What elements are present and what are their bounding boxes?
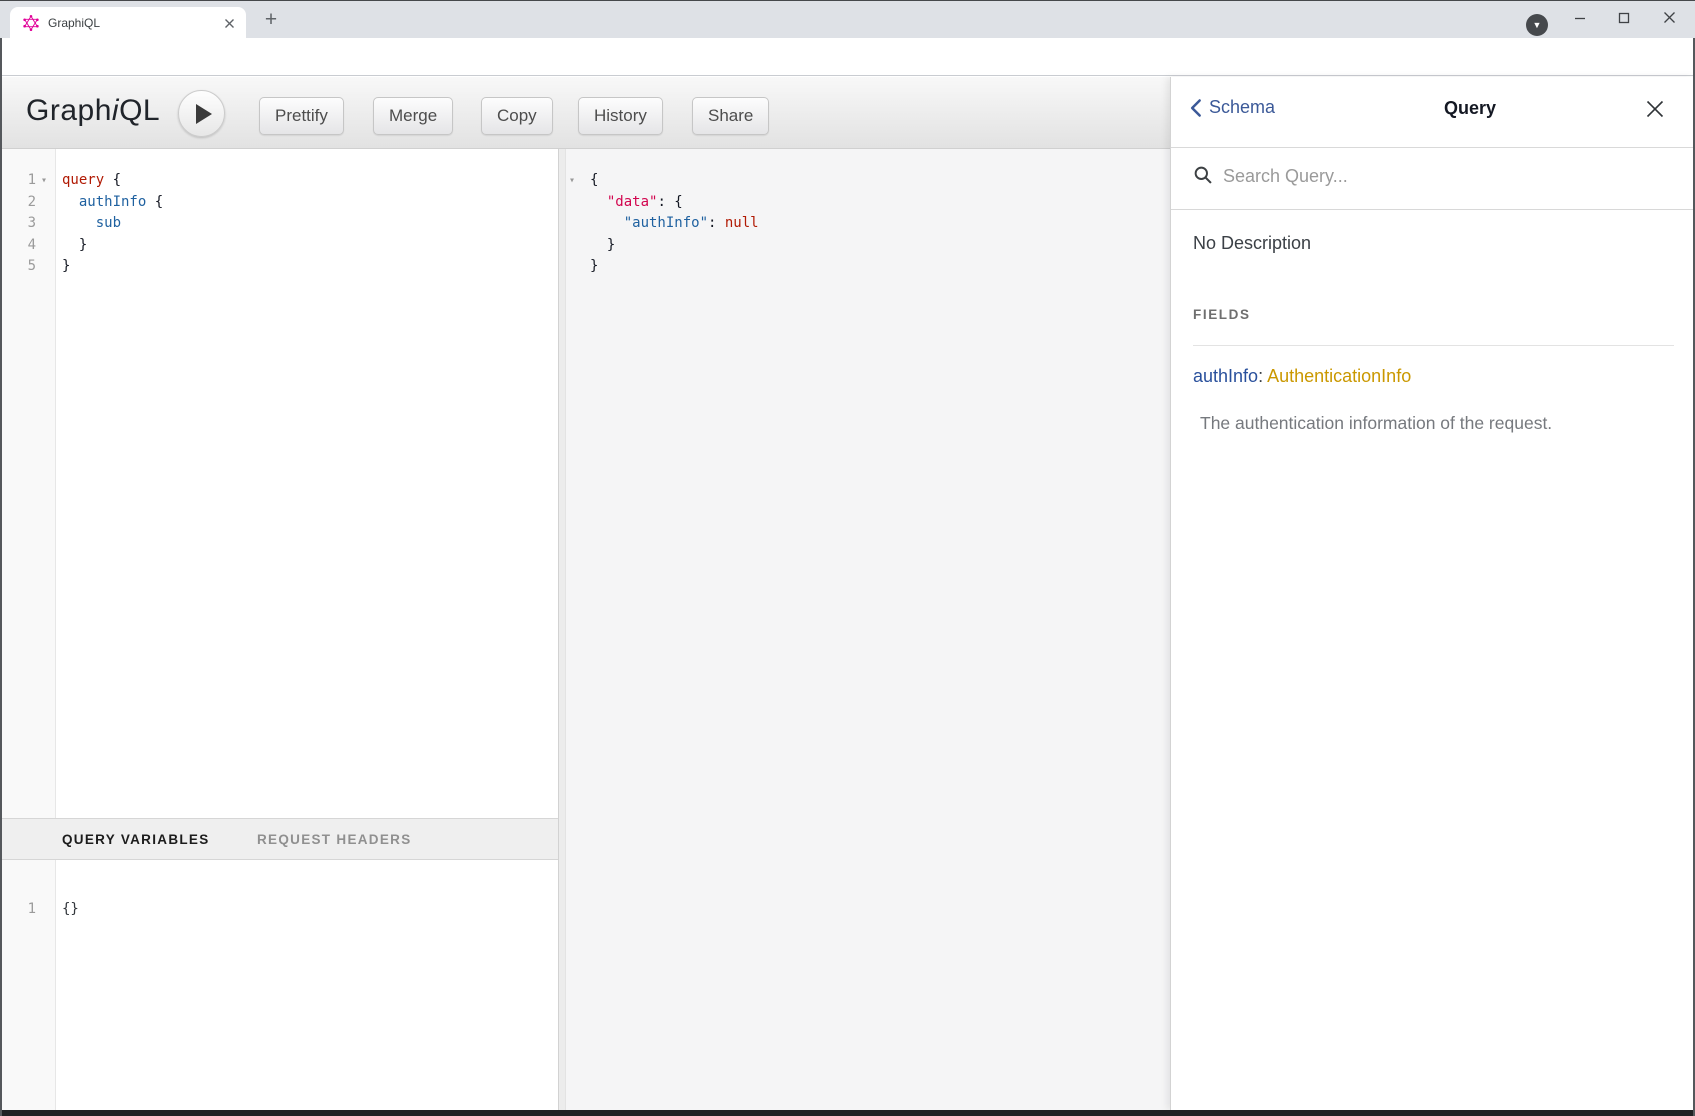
- punct-token: {: [146, 194, 163, 210]
- minimize-icon: [1574, 12, 1586, 24]
- doc-no-description: No Description: [1193, 233, 1311, 254]
- doc-search-icon: [1193, 165, 1214, 186]
- doc-back-label: Schema: [1209, 97, 1275, 118]
- punct-token: }: [590, 237, 615, 253]
- play-icon: [196, 104, 212, 124]
- punct-token: : {: [657, 194, 682, 210]
- result-viewer: ▾ { "data": { "authInfo": null } }: [566, 149, 1170, 1110]
- variables-editor-gutter: 1: [0, 860, 56, 1110]
- line-number: 3: [0, 213, 36, 235]
- code-line: {}: [62, 898, 79, 920]
- punct-token: }: [62, 258, 70, 274]
- json-key-token: "data": [607, 194, 658, 210]
- query-editor[interactable]: 1 2 3 4 5 ▾ query { authInfo { sub } }: [0, 149, 558, 818]
- window-close-button[interactable]: [1647, 1, 1692, 34]
- tab-request-headers[interactable]: REQUEST HEADERS: [257, 832, 412, 847]
- window-minimize-button[interactable]: [1557, 1, 1602, 34]
- field-token: sub: [96, 215, 121, 231]
- share-button[interactable]: Share: [692, 97, 769, 135]
- browser-tab-bar: GraphiQL + ▼: [0, 0, 1695, 38]
- doc-divider: [1193, 345, 1674, 346]
- punct-token: {: [590, 172, 598, 188]
- query-editor-gutter: 1 2 3 4 5 ▾: [0, 149, 56, 818]
- line-number: 1: [0, 170, 36, 192]
- ws-token: [62, 194, 79, 210]
- prettify-button[interactable]: Prettify: [259, 97, 344, 135]
- code-line: sub: [62, 213, 121, 235]
- doc-field-type-link[interactable]: AuthenticationInfo: [1267, 366, 1411, 386]
- result-line: "authInfo": null: [590, 213, 759, 235]
- tab-query-variables[interactable]: QUERY VARIABLES: [62, 832, 210, 847]
- merge-button[interactable]: Merge: [373, 97, 453, 135]
- pane-resize-divider[interactable]: [558, 149, 566, 1110]
- code-line: }: [62, 235, 87, 257]
- punct-token: :: [708, 215, 725, 231]
- line-number: 2: [0, 192, 36, 214]
- window-maximize-button[interactable]: [1601, 1, 1646, 34]
- doc-field-row: authInfo: AuthenticationInfo: [1193, 366, 1411, 387]
- logo-ql: QL: [119, 94, 160, 127]
- browser-tab-graphiql[interactable]: GraphiQL: [10, 7, 246, 39]
- tab-close-icon[interactable]: [222, 16, 237, 31]
- secondary-editor-tabbar: QUERY VARIABLES REQUEST HEADERS: [0, 818, 558, 860]
- null-token: null: [725, 215, 759, 231]
- doc-explorer-header: Schema Query: [1171, 77, 1695, 148]
- punct-token: {: [104, 172, 121, 188]
- doc-explorer-panel: Schema Query Search Query... No Descript…: [1170, 77, 1695, 1110]
- window-left-edge: [0, 38, 2, 1116]
- maximize-icon: [1618, 12, 1630, 24]
- new-tab-button[interactable]: +: [256, 5, 286, 35]
- braces-token: {}: [62, 901, 79, 917]
- punct-token: }: [590, 258, 598, 274]
- result-line: }: [590, 256, 598, 278]
- query-variables-editor[interactable]: 1 {}: [0, 860, 558, 1110]
- browser-nav-bar: localhost:3000/graphql P: [0, 38, 1695, 76]
- close-icon: [1663, 11, 1676, 24]
- tab-search-button[interactable]: ▼: [1526, 14, 1548, 36]
- doc-field-colon: :: [1258, 366, 1263, 386]
- graphql-favicon-icon: [23, 15, 39, 31]
- result-line: }: [590, 235, 615, 257]
- logo-graph: Graph: [26, 94, 112, 127]
- history-button[interactable]: History: [578, 97, 663, 135]
- code-line: authInfo {: [62, 192, 163, 214]
- punct-token: }: [62, 237, 87, 253]
- doc-search-underline: [1171, 209, 1695, 210]
- doc-back-link[interactable]: Schema: [1189, 97, 1275, 118]
- fold-arrow-icon[interactable]: ▾: [569, 170, 575, 192]
- doc-fields-heading: FIELDS: [1193, 307, 1251, 322]
- ws-token: [590, 194, 607, 210]
- doc-field-name-link[interactable]: authInfo: [1193, 366, 1258, 386]
- code-line: query {: [62, 170, 121, 192]
- keyword-token: query: [62, 172, 104, 188]
- code-line: }: [62, 256, 70, 278]
- line-number: 4: [0, 235, 36, 257]
- line-number: 5: [0, 256, 36, 278]
- result-line: {: [590, 170, 598, 192]
- browser-window: GraphiQL + ▼: [0, 0, 1695, 1116]
- logo-i: i: [112, 94, 119, 127]
- window-bottom-edge: [0, 1110, 1695, 1116]
- graphiql-logo: GraphiQL: [26, 94, 160, 128]
- doc-close-icon[interactable]: [1645, 99, 1665, 119]
- fold-arrow-icon[interactable]: ▾: [41, 170, 47, 192]
- chevron-left-icon: [1189, 98, 1202, 118]
- copy-button[interactable]: Copy: [481, 97, 553, 135]
- caret-down-icon: ▼: [1533, 20, 1542, 30]
- ws-token: [62, 215, 96, 231]
- tab-title: GraphiQL: [48, 16, 100, 30]
- field-token: authInfo: [79, 194, 146, 210]
- execute-query-button[interactable]: [178, 90, 225, 137]
- doc-search-input[interactable]: Search Query...: [1223, 166, 1348, 187]
- json-key-token: "authInfo": [624, 215, 708, 231]
- doc-field-description: The authentication information of the re…: [1200, 413, 1552, 434]
- line-number: 1: [0, 898, 36, 920]
- result-line: "data": {: [590, 192, 683, 214]
- ws-token: [590, 215, 624, 231]
- doc-title: Query: [1444, 98, 1496, 119]
